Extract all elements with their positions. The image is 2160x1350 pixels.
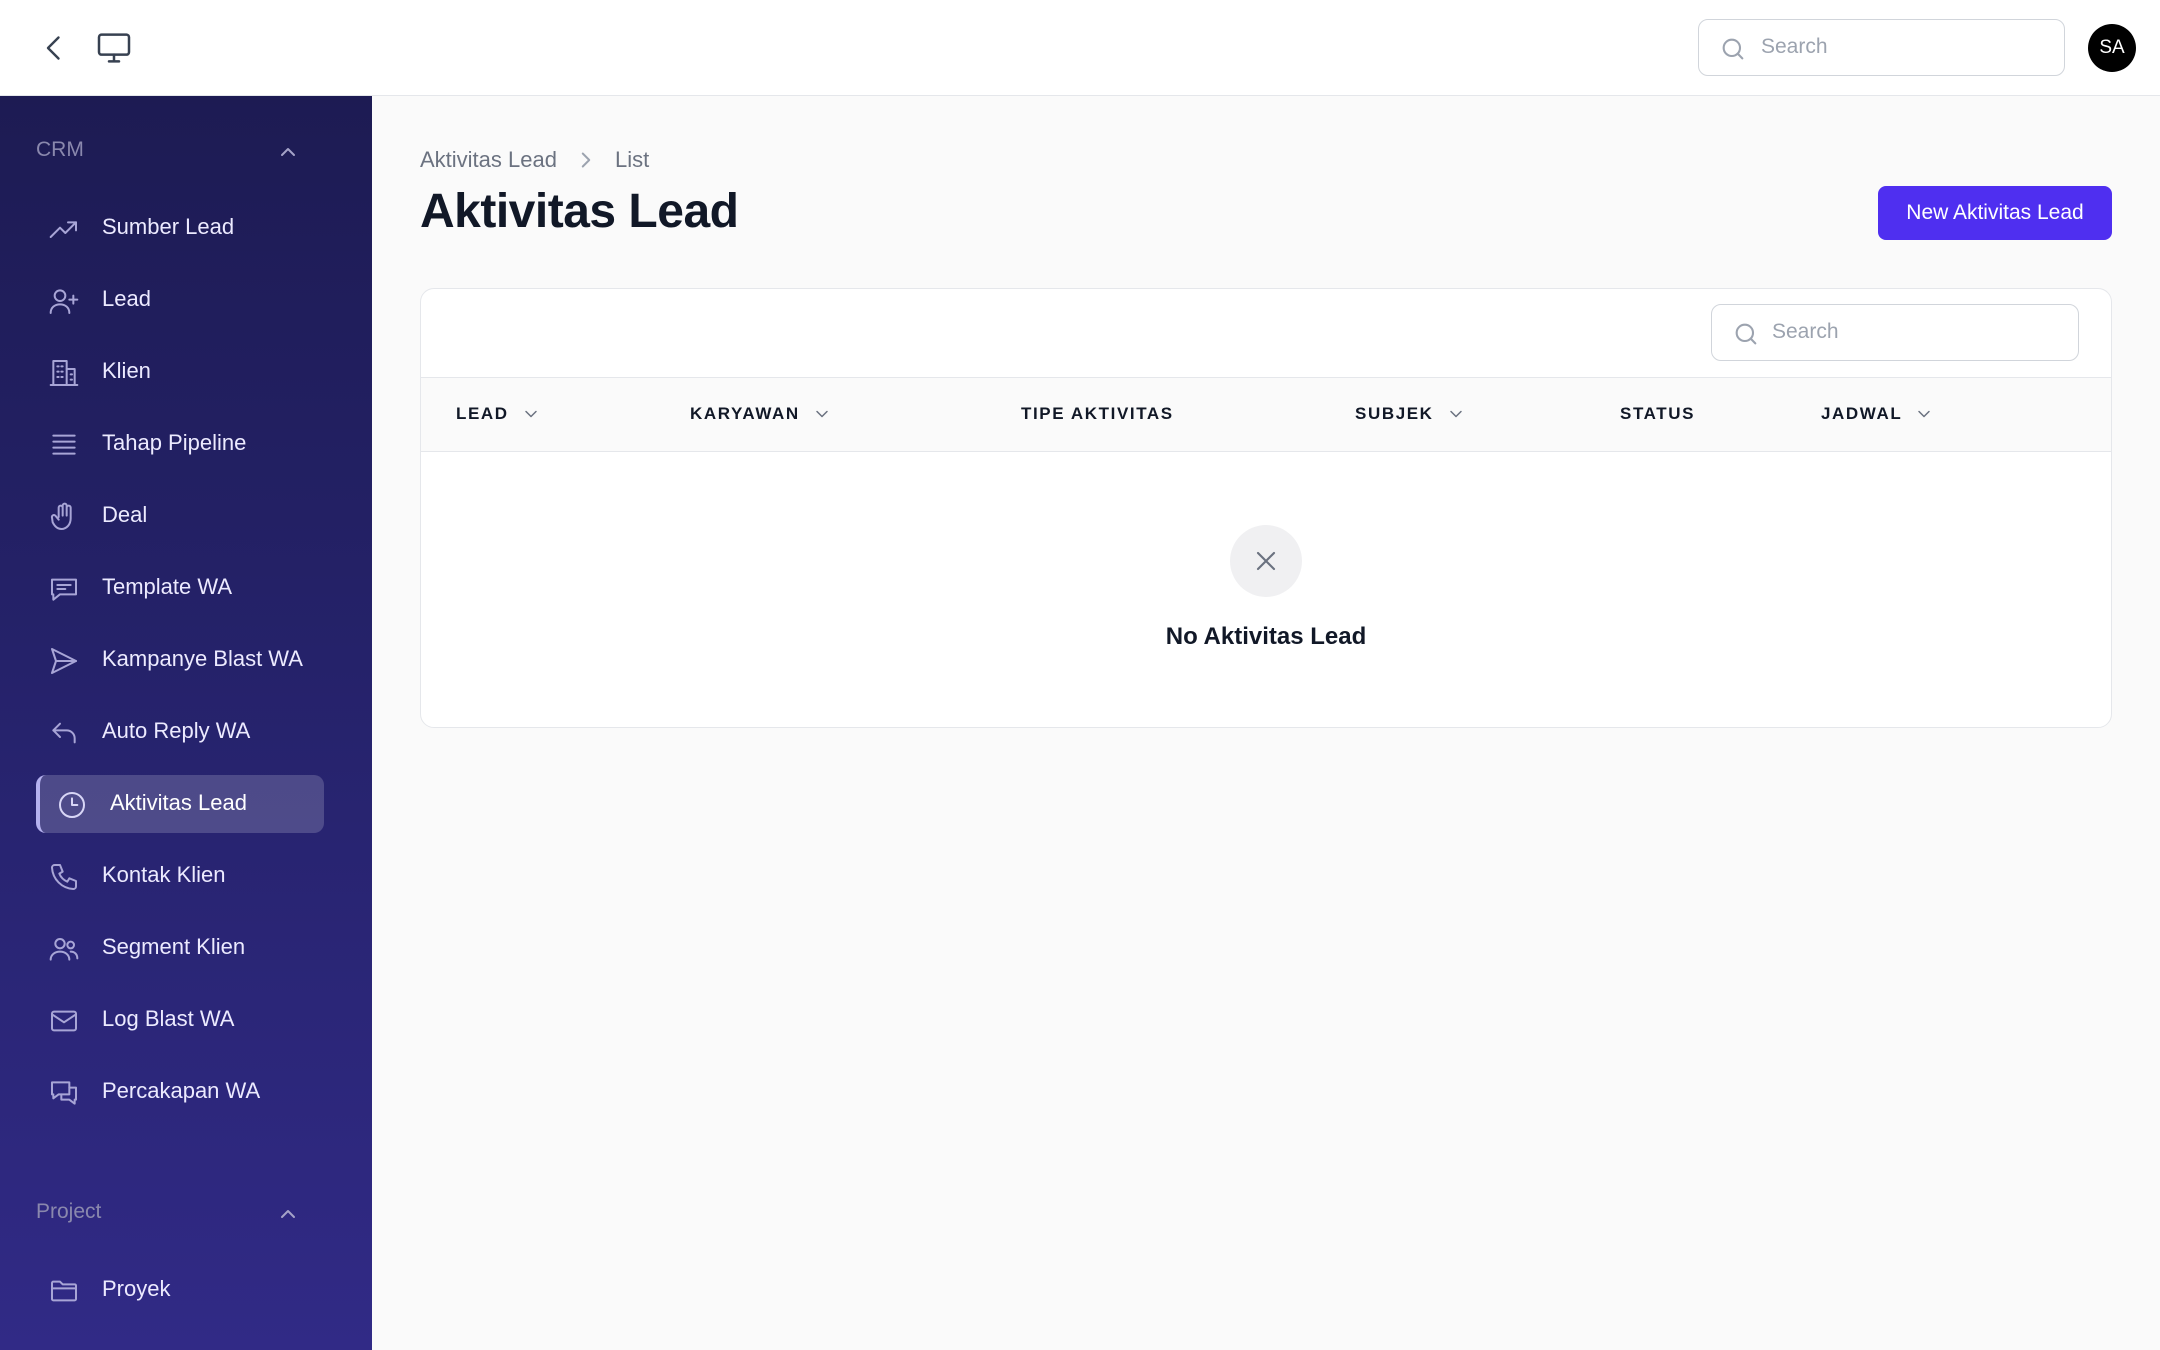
sidebar-item-label: Aktivitas Lead xyxy=(110,790,247,815)
sidebar-item-label: Deal xyxy=(102,502,148,527)
table-header: LEAD KARYAWAN TIPE AKTIVITAS SUBJEK STAT… xyxy=(421,377,2111,452)
column-header-subjek[interactable]: SUBJEK xyxy=(1355,378,1466,450)
hand-icon xyxy=(50,502,72,530)
sidebar-group-label: CRM xyxy=(36,138,84,161)
breadcrumb: Aktivitas Lead List xyxy=(420,145,649,175)
table-card: LEAD KARYAWAN TIPE AKTIVITAS SUBJEK STAT… xyxy=(420,288,2112,728)
sidebar-item-template-wa[interactable]: Template WA xyxy=(36,559,324,617)
sidebar-item-label: Sumber Lead xyxy=(102,214,235,239)
column-label: STATUS xyxy=(1620,404,1696,423)
column-header-status: STATUS xyxy=(1620,378,1695,450)
chevron-down-icon xyxy=(1918,410,1931,418)
sidebar-item-label: Segment Klien xyxy=(102,934,246,959)
display-toggle-button[interactable] xyxy=(94,28,134,68)
table-search-input[interactable] xyxy=(1772,305,2062,359)
sidebar: CRM Sumber Lead Lead Klien Tahap Pipelin… xyxy=(0,96,372,1350)
sidebar-item-aktivitas-lead[interactable]: Aktivitas Lead xyxy=(36,775,324,833)
chevron-right-icon xyxy=(581,152,591,168)
sidebar-item-proyek[interactable]: Proyek xyxy=(36,1261,324,1319)
breadcrumb-current: List xyxy=(614,147,650,172)
sidebar-item-label: Kampanye Blast WA xyxy=(102,646,303,671)
sidebar-item-kontak-klien[interactable]: Kontak Klien xyxy=(36,847,324,905)
column-header-jadwal[interactable]: JADWAL xyxy=(1821,378,1934,450)
empty-state-icon xyxy=(1230,525,1302,597)
sidebar-item-kampanye-blast-wa[interactable]: Kampanye Blast WA xyxy=(36,631,324,689)
sidebar-item-deal[interactable]: Deal xyxy=(36,487,324,545)
folder-icon xyxy=(51,1280,77,1302)
clock-icon xyxy=(59,792,85,818)
table-search[interactable] xyxy=(1711,304,2079,361)
chevron-down-icon xyxy=(816,410,828,418)
global-search-input[interactable] xyxy=(1761,20,2051,74)
paper-plane-icon xyxy=(51,648,77,674)
sidebar-item-sumber-lead[interactable]: Sumber Lead xyxy=(36,199,324,257)
lines-icon xyxy=(52,434,76,455)
sidebar-item-klien[interactable]: Klien xyxy=(36,343,324,401)
new-aktivitas-lead-button[interactable]: New Aktivitas Lead xyxy=(1878,186,2112,240)
chat-bubble-icon xyxy=(51,578,77,601)
column-header-lead[interactable]: LEAD xyxy=(456,378,541,450)
sidebar-item-auto-reply-wa[interactable]: Auto Reply WA xyxy=(36,703,324,761)
building-icon xyxy=(49,360,79,386)
column-label: JADWAL xyxy=(1821,404,1903,423)
sidebar-group-project[interactable]: Project xyxy=(36,1194,300,1234)
search-icon xyxy=(1735,323,1757,345)
empty-state-text: No Aktivitas Lead xyxy=(1165,623,1367,650)
monitor-icon xyxy=(97,33,131,63)
sidebar-item-label: Tahap Pipeline xyxy=(102,430,247,455)
column-label: SUBJEK xyxy=(1355,404,1434,423)
breadcrumb-link[interactable]: Aktivitas Lead xyxy=(420,147,557,173)
sidebar-group-label: Project xyxy=(36,1200,102,1223)
sidebar-item-log-blast-wa[interactable]: Log Blast WA xyxy=(36,991,324,1049)
column-header-tipe-aktivitas: TIPE AKTIVITAS xyxy=(1021,378,1174,450)
column-label: TIPE AKTIVITAS xyxy=(1021,404,1174,423)
sidebar-item-tahap-pipeline[interactable]: Tahap Pipeline xyxy=(36,415,324,473)
column-label: KARYAWAN xyxy=(690,404,800,423)
users-icon xyxy=(49,938,79,961)
chevron-up-icon xyxy=(281,148,295,156)
column-header-karyawan[interactable]: KARYAWAN xyxy=(690,378,832,450)
chevron-down-icon xyxy=(1449,410,1462,418)
sidebar-item-label: Klien xyxy=(102,358,151,383)
user-avatar[interactable]: SA xyxy=(2088,24,2136,72)
trending-up-icon xyxy=(49,221,77,238)
sidebar-item-label: Kontak Klien xyxy=(102,862,226,887)
x-icon xyxy=(1256,551,1276,571)
sidebar-item-label: Log Blast WA xyxy=(102,1006,235,1031)
column-label: LEAD xyxy=(456,404,509,423)
page-title: Aktivitas Lead xyxy=(420,185,739,238)
chevron-left-icon xyxy=(46,36,60,60)
chevron-down-icon xyxy=(524,410,537,418)
top-bar: SA xyxy=(0,0,2160,96)
sidebar-item-label: Proyek xyxy=(102,1276,171,1301)
global-search[interactable] xyxy=(1698,19,2065,76)
chevron-up-icon xyxy=(281,1210,295,1218)
sidebar-item-percakapan-wa[interactable]: Percakapan WA xyxy=(36,1063,324,1121)
user-plus-icon xyxy=(49,289,79,314)
sidebar-item-label: Percakapan WA xyxy=(102,1078,261,1103)
search-icon xyxy=(1722,38,1744,60)
phone-icon xyxy=(51,864,77,890)
sidebar-item-label: Template WA xyxy=(102,574,233,599)
chat-bubbles-icon xyxy=(51,1081,77,1105)
sidebar-item-lead[interactable]: Lead xyxy=(36,271,324,329)
back-button[interactable] xyxy=(36,30,72,66)
sidebar-item-segment-klien[interactable]: Segment Klien xyxy=(36,919,324,977)
sidebar-item-label: Lead xyxy=(102,286,151,311)
reply-icon xyxy=(52,722,76,744)
sidebar-group-crm[interactable]: CRM xyxy=(36,132,300,172)
envelope-icon xyxy=(51,1010,77,1032)
sidebar-item-label: Auto Reply WA xyxy=(102,718,251,743)
